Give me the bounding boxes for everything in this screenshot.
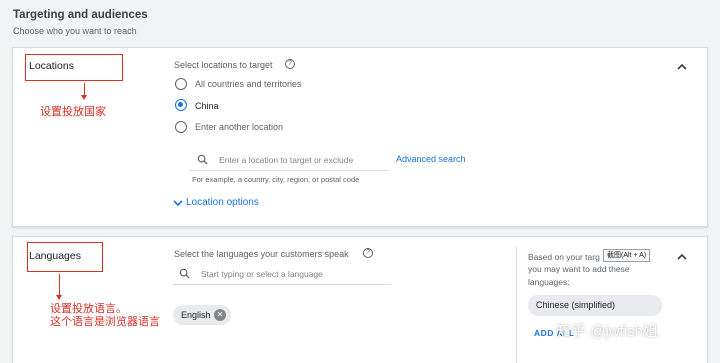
languages-card: Languages 设置投放语言。 这个语言是浏览器语言 Select the … — [12, 236, 708, 363]
chevron-up-icon[interactable] — [676, 252, 688, 262]
radio-label-all-countries: All countries and territories — [195, 79, 302, 89]
language-search-input[interactable]: Start typing or select a language — [201, 269, 323, 279]
suggestion-text-2: you may want to add these — [528, 264, 630, 274]
search-icon — [179, 268, 190, 279]
chevron-up-icon[interactable] — [676, 62, 688, 72]
language-chip-english: English ✕ — [173, 305, 231, 325]
annotation-arrow — [59, 274, 60, 297]
location-options-toggle[interactable]: Location options — [186, 197, 259, 208]
annotation-languages-1: 设置投放语言。 — [50, 303, 127, 315]
advanced-search-link[interactable]: Advanced search — [396, 154, 466, 164]
suggested-language-chip[interactable]: Chinese (simplified) — [528, 295, 662, 316]
remove-chip-icon[interactable]: ✕ — [214, 309, 226, 321]
language-chip-label: English — [181, 310, 211, 320]
chevron-down-icon[interactable] — [172, 198, 184, 208]
select-locations-label: Select locations to target — [174, 60, 273, 70]
search-icon — [197, 154, 208, 165]
locations-title: Locations — [29, 60, 74, 72]
suggestion-text-3: languages: — [528, 277, 570, 287]
radio-label-another-location: Enter another location — [195, 122, 284, 132]
section-subtitle: Choose who you want to reach — [13, 26, 137, 36]
annotation-locations: 设置投放国家 — [40, 106, 106, 118]
radio-another-location[interactable] — [175, 121, 187, 133]
language-search-underline — [173, 284, 391, 285]
radio-label-china: China — [195, 101, 219, 111]
watermark: 知乎 @jwfish姐 — [556, 323, 658, 340]
help-icon[interactable]: ? — [363, 248, 373, 258]
screenshot-tooltip: 截图(Alt + A) — [603, 249, 651, 262]
annotation-arrow-head — [81, 95, 87, 100]
location-hint: For example, a country, city, region, or… — [192, 175, 360, 184]
location-search-input[interactable]: Enter a location to target or exclude — [219, 155, 353, 165]
radio-all-countries[interactable] — [175, 78, 187, 90]
help-icon[interactable]: ? — [285, 59, 295, 69]
annotation-arrow-head — [56, 295, 62, 300]
location-search-underline — [189, 170, 389, 171]
select-languages-label: Select the languages your customers spea… — [174, 249, 349, 259]
radio-china[interactable] — [175, 99, 187, 111]
suggestion-text-1: Based on your targ — [528, 252, 600, 262]
languages-title: Languages — [29, 250, 81, 262]
annotation-languages-2: 这个语言是浏览器语言 — [50, 316, 160, 328]
section-title: Targeting and audiences — [13, 9, 148, 21]
locations-card: Locations 设置投放国家 Select locations to tar… — [12, 47, 708, 227]
suggestion-divider — [516, 247, 517, 363]
